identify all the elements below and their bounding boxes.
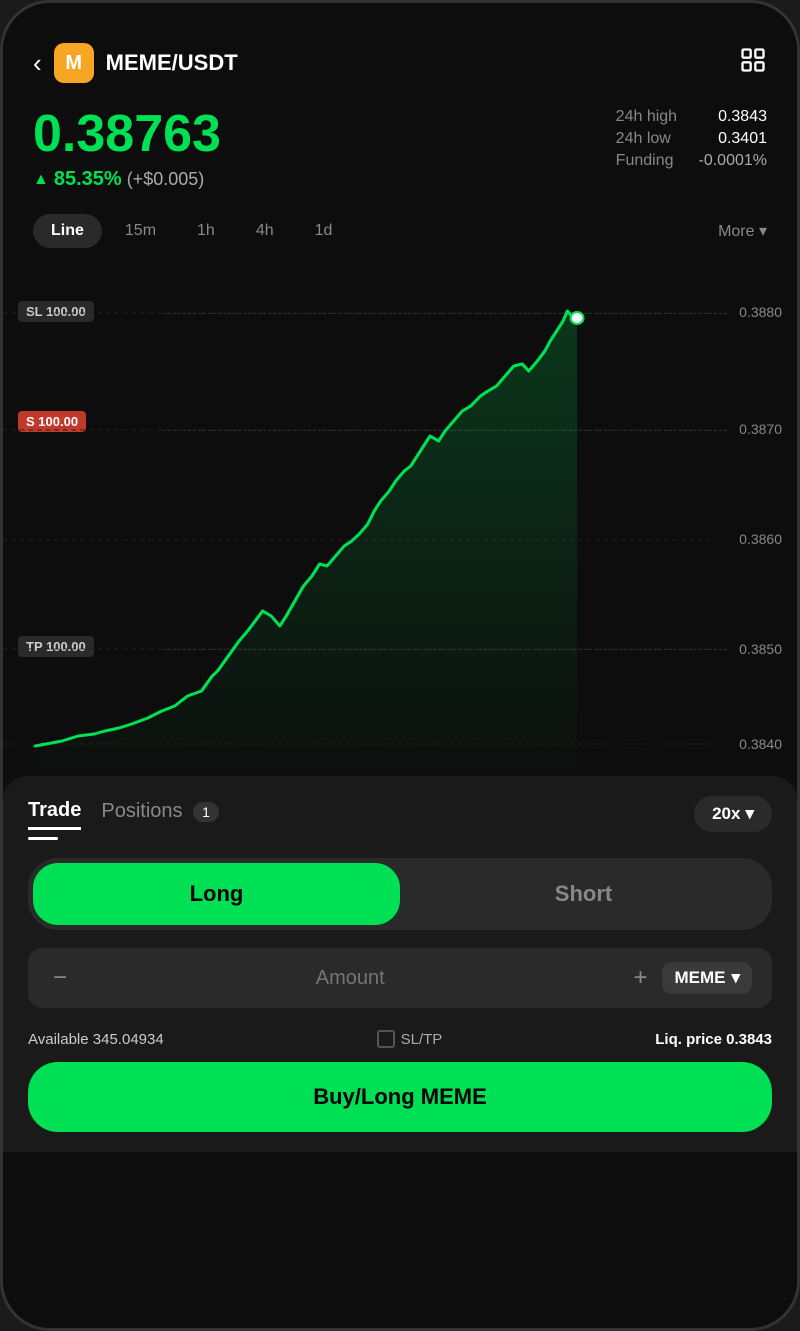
high-label: 24h high <box>616 108 677 126</box>
pair-title: MEME/USDT <box>106 50 238 76</box>
back-button[interactable]: ‹ <box>33 48 42 79</box>
short-button[interactable]: Short <box>400 863 767 925</box>
trade-panel: Trade Positions 1 20x ▾ Long Short − + M… <box>3 776 797 1152</box>
available-balance: Available 345.04934 <box>28 1031 164 1048</box>
chart-container: SL 100.00 S 100.00 TP 100.00 0.3880 0.38… <box>3 256 797 776</box>
change-abs: (+$0.005) <box>127 169 205 190</box>
sltp-checkbox[interactable] <box>377 1030 395 1048</box>
amount-input[interactable] <box>82 967 618 990</box>
tab-15m[interactable]: 15m <box>107 214 174 248</box>
high-value: 0.3843 <box>718 108 767 126</box>
coin-select-button[interactable]: MEME ▾ <box>662 962 752 994</box>
sltp-checkbox-group: SL/TP <box>377 1030 443 1048</box>
phone-frame: ‹ M MEME/USDT 0.38763 ▲ 85.35% (+$0.005) <box>0 0 800 1331</box>
tab-1d[interactable]: 1d <box>297 214 351 248</box>
coin-select-label: MEME <box>674 968 725 988</box>
tab-line[interactable]: Line <box>33 214 102 248</box>
available-value: 345.04934 <box>93 1031 164 1048</box>
settings-icon[interactable] <box>739 46 767 81</box>
coin-select-chevron-icon: ▾ <box>731 968 740 988</box>
stat-funding: Funding -0.0001% <box>616 152 767 170</box>
sltp-label: SL/TP <box>401 1031 443 1048</box>
leverage-selector[interactable]: 20x ▾ <box>694 796 772 832</box>
chart-tabs: Line 15m 1h 4h 1d More ▾ <box>3 206 797 256</box>
funding-label: Funding <box>616 152 674 170</box>
low-value: 0.3401 <box>718 130 767 148</box>
tab-trade[interactable]: Trade <box>28 799 81 830</box>
stat-high: 24h high 0.3843 <box>616 108 767 126</box>
price-change: ▲ 85.35% (+$0.005) <box>33 168 221 191</box>
chart-svg <box>3 256 797 776</box>
leverage-chevron-icon: ▾ <box>745 804 754 824</box>
long-short-toggle: Long Short <box>28 858 772 930</box>
amount-increase-button[interactable]: + <box>628 964 652 992</box>
amount-row: − + MEME ▾ <box>28 948 772 1008</box>
info-row: Available 345.04934 SL/TP Liq. price 0.3… <box>28 1022 772 1062</box>
price-stats: 24h high 0.3843 24h low 0.3401 Funding -… <box>616 108 767 170</box>
header: ‹ M MEME/USDT <box>3 3 797 98</box>
trade-tab-group: Trade Positions 1 <box>28 799 219 830</box>
tab-4h[interactable]: 4h <box>238 214 292 248</box>
tab-1h[interactable]: 1h <box>179 214 233 248</box>
tab-positions[interactable]: Positions 1 <box>101 800 219 828</box>
current-price: 0.38763 <box>33 108 221 160</box>
buy-long-button[interactable]: Buy/Long MEME <box>28 1062 772 1132</box>
leverage-value: 20x <box>712 804 740 824</box>
price-section: 0.38763 ▲ 85.35% (+$0.005) 24h high 0.38… <box>3 98 797 206</box>
trade-tabs: Trade Positions 1 20x ▾ <box>28 796 772 832</box>
price-left: 0.38763 ▲ 85.35% (+$0.005) <box>33 108 221 191</box>
liq-label: Liq. price <box>655 1031 722 1048</box>
funding-value: -0.0001% <box>699 152 768 170</box>
available-label: Available <box>28 1031 89 1048</box>
change-arrow-icon: ▲ <box>33 171 49 189</box>
change-pct: 85.35% <box>54 168 122 191</box>
low-label: 24h low <box>616 130 671 148</box>
positions-badge: 1 <box>193 802 219 822</box>
liq-value: 0.3843 <box>726 1031 772 1048</box>
tab-indicator <box>28 837 58 840</box>
tab-more[interactable]: More ▾ <box>718 221 767 241</box>
long-button[interactable]: Long <box>33 863 400 925</box>
liq-price-info: Liq. price 0.3843 <box>655 1031 772 1048</box>
header-left: ‹ M MEME/USDT <box>33 43 238 83</box>
coin-icon: M <box>54 43 94 83</box>
stat-low: 24h low 0.3401 <box>616 130 767 148</box>
amount-decrease-button[interactable]: − <box>48 964 72 992</box>
